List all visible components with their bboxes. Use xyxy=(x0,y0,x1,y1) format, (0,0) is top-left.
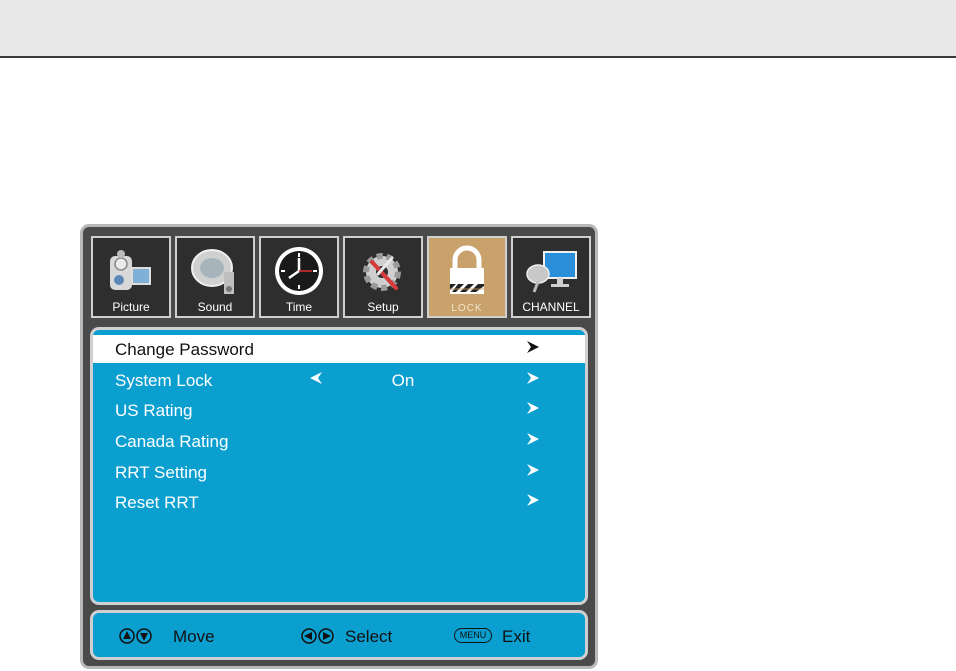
menu-item-us-rating[interactable]: US Rating xyxy=(93,396,585,424)
menu-item-label: Reset RRT xyxy=(115,493,199,512)
left-arrow-icon[interactable] xyxy=(308,370,324,386)
select-hint: Select xyxy=(345,627,393,646)
tab-setup[interactable]: Setup xyxy=(343,236,423,318)
category-tabs: Picture Sound Time Setup LOCK CHANNEL xyxy=(91,236,591,322)
tab-time[interactable]: Time xyxy=(259,236,339,318)
tab-label: CHANNEL xyxy=(522,300,580,314)
tab-picture[interactable]: Picture xyxy=(91,236,171,318)
key-hint-bar: Move Select MENU Exit xyxy=(90,610,588,660)
menu-item-canada-rating[interactable]: Canada Rating xyxy=(93,427,585,455)
menu-item-label: RRT Setting xyxy=(115,463,207,482)
menu-key-icon: MENU xyxy=(454,628,492,643)
menu-item-reset-rrt[interactable]: Reset RRT xyxy=(93,488,585,516)
right-arrow-icon[interactable] xyxy=(525,370,541,386)
camcorder-icon xyxy=(110,250,151,290)
right-arrow-icon[interactable] xyxy=(525,400,541,416)
menu-item-label: System Lock xyxy=(115,371,213,390)
tab-label: Sound xyxy=(197,300,233,314)
menu-item-label: Canada Rating xyxy=(115,432,229,451)
speaker-icon xyxy=(191,249,234,294)
menu-item-label: Change Password xyxy=(115,340,254,359)
clock-icon xyxy=(275,247,323,295)
padlock-icon xyxy=(450,245,484,294)
osd-menu-window: Picture Sound Time Setup LOCK CHANNEL Ch… xyxy=(80,224,598,669)
left-right-keys-icon xyxy=(301,628,334,644)
menu-item-system-lock[interactable]: System Lock On xyxy=(93,366,585,394)
satellite-monitor-icon xyxy=(526,251,577,293)
menu-item-change-password[interactable]: Change Password xyxy=(93,335,585,363)
exit-hint: Exit xyxy=(502,627,531,646)
move-hint: Move xyxy=(173,627,215,646)
tab-lock[interactable]: LOCK xyxy=(427,236,507,318)
tab-sound[interactable]: Sound xyxy=(175,236,255,318)
right-arrow-icon[interactable] xyxy=(525,339,541,355)
tab-channel[interactable]: CHANNEL xyxy=(511,236,591,318)
menu-item-rrt-setting[interactable]: RRT Setting xyxy=(93,458,585,486)
gear-wrench-icon xyxy=(363,253,401,291)
lock-menu-panel: Change Password System Lock On US Rating… xyxy=(90,327,588,605)
top-bar xyxy=(0,0,956,58)
tab-label: LOCK xyxy=(451,303,483,314)
up-down-keys-icon xyxy=(119,628,152,644)
system-lock-value: On xyxy=(391,371,415,390)
menu-item-label: US Rating xyxy=(115,401,193,420)
right-arrow-icon[interactable] xyxy=(525,431,541,447)
right-arrow-icon[interactable] xyxy=(525,462,541,478)
tab-label: Picture xyxy=(112,300,150,314)
right-arrow-icon[interactable] xyxy=(525,492,541,508)
tab-label: Setup xyxy=(367,300,399,314)
tab-label: Time xyxy=(285,300,313,314)
